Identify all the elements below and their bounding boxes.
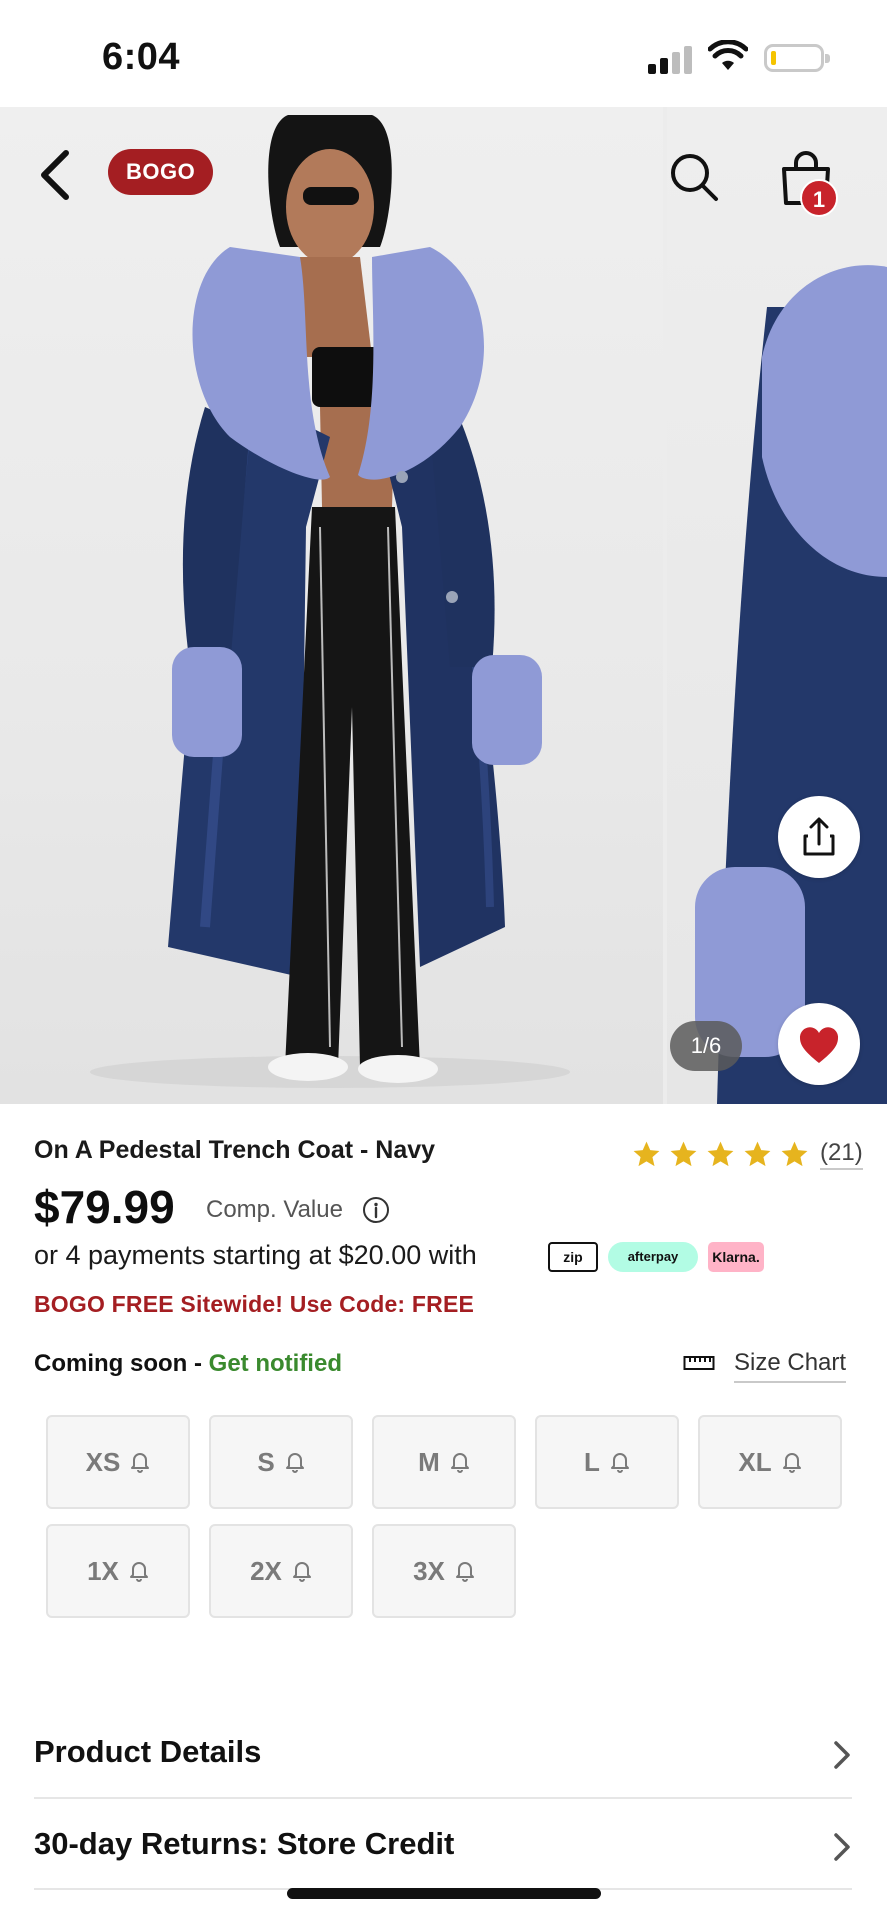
chevron-right-icon bbox=[834, 1833, 850, 1861]
returns-accordion[interactable]: 30-day Returns: Store Credit bbox=[34, 1798, 852, 1888]
share-button[interactable] bbox=[778, 796, 860, 878]
size-label: 2X bbox=[250, 1555, 282, 1586]
bell-icon bbox=[129, 1562, 148, 1582]
product-rating[interactable]: (21) bbox=[631, 1136, 863, 1172]
product-image-gallery[interactable]: BOGO 1 1/6 bbox=[0, 107, 887, 1104]
zip-pay-logo[interactable]: zip bbox=[548, 1242, 598, 1272]
afterpay-logo[interactable]: afterpay bbox=[608, 1242, 698, 1272]
size-option-3x[interactable]: 3X bbox=[372, 1524, 516, 1618]
heart-icon bbox=[799, 1027, 839, 1063]
product-photo-main[interactable] bbox=[0, 107, 663, 1104]
star-icon bbox=[707, 1141, 734, 1166]
size-label: S bbox=[257, 1446, 275, 1477]
comp-value-label: Comp. Value bbox=[206, 1196, 343, 1223]
star-icon bbox=[633, 1141, 660, 1166]
bell-icon bbox=[285, 1453, 304, 1473]
rating-count-link[interactable]: (21) bbox=[820, 1139, 863, 1170]
search-icon[interactable] bbox=[668, 151, 720, 203]
availability-text: Coming soon - bbox=[34, 1350, 209, 1377]
size-option-s[interactable]: S bbox=[209, 1415, 353, 1509]
battery-icon bbox=[764, 44, 830, 72]
product-details-accordion[interactable]: Product Details bbox=[34, 1706, 852, 1796]
ruler-icon bbox=[683, 1356, 715, 1370]
cellular-signal-icon bbox=[648, 44, 694, 74]
size-option-m[interactable]: M bbox=[372, 1415, 516, 1509]
availability-status: Coming soon - Get notified bbox=[34, 1350, 342, 1378]
size-label: M bbox=[418, 1446, 440, 1477]
get-notified-link[interactable]: Get notified bbox=[209, 1350, 342, 1377]
size-option-2x[interactable]: 2X bbox=[209, 1524, 353, 1618]
bell-icon bbox=[450, 1453, 469, 1473]
klarna-logo[interactable]: Klarna. bbox=[708, 1242, 764, 1272]
product-title: On A Pedestal Trench Coat - Navy bbox=[34, 1136, 436, 1164]
bell-icon bbox=[292, 1562, 311, 1582]
info-icon[interactable] bbox=[362, 1196, 390, 1224]
bell-icon bbox=[131, 1453, 150, 1473]
home-indicator[interactable] bbox=[287, 1888, 601, 1899]
cart-count-badge: 1 bbox=[800, 179, 838, 217]
rating-stars bbox=[631, 1139, 810, 1170]
status-bar: 6:04 bbox=[0, 0, 887, 107]
share-icon bbox=[803, 817, 835, 856]
bell-icon bbox=[455, 1562, 474, 1582]
size-option-1x[interactable]: 1X bbox=[46, 1524, 190, 1618]
product-photo-next[interactable] bbox=[667, 107, 887, 1104]
size-option-xl[interactable]: XL bbox=[698, 1415, 842, 1509]
size-label: 3X bbox=[413, 1555, 445, 1586]
accordion-label: Product Details bbox=[34, 1734, 262, 1769]
bogo-badge: BOGO bbox=[108, 149, 214, 195]
chevron-right-icon bbox=[834, 1741, 850, 1769]
favorite-button[interactable] bbox=[778, 1003, 860, 1085]
star-icon bbox=[744, 1141, 771, 1166]
size-label: 1X bbox=[87, 1555, 119, 1586]
size-label: L bbox=[584, 1446, 600, 1477]
size-chart-link[interactable]: Size Chart bbox=[734, 1349, 847, 1383]
star-icon bbox=[781, 1141, 808, 1166]
size-label: XL bbox=[738, 1446, 772, 1477]
installments-text: or 4 payments starting at $20.00 with bbox=[34, 1240, 477, 1270]
image-pager: 1/6 bbox=[670, 1021, 742, 1071]
back-arrow-icon[interactable] bbox=[34, 147, 78, 203]
star-icon bbox=[670, 1141, 697, 1166]
size-option-l[interactable]: L bbox=[535, 1415, 679, 1509]
bell-icon bbox=[610, 1453, 629, 1473]
status-time: 6:04 bbox=[102, 36, 181, 78]
wifi-icon bbox=[708, 40, 748, 70]
accordion-label: 30-day Returns: Store Credit bbox=[34, 1826, 455, 1861]
product-price: $79.99 bbox=[34, 1181, 175, 1233]
size-option-xs[interactable]: XS bbox=[46, 1415, 190, 1509]
promo-banner: BOGO FREE Sitewide! Use Code: FREE bbox=[34, 1291, 475, 1317]
bell-icon bbox=[782, 1453, 801, 1473]
size-label: XS bbox=[85, 1446, 121, 1477]
